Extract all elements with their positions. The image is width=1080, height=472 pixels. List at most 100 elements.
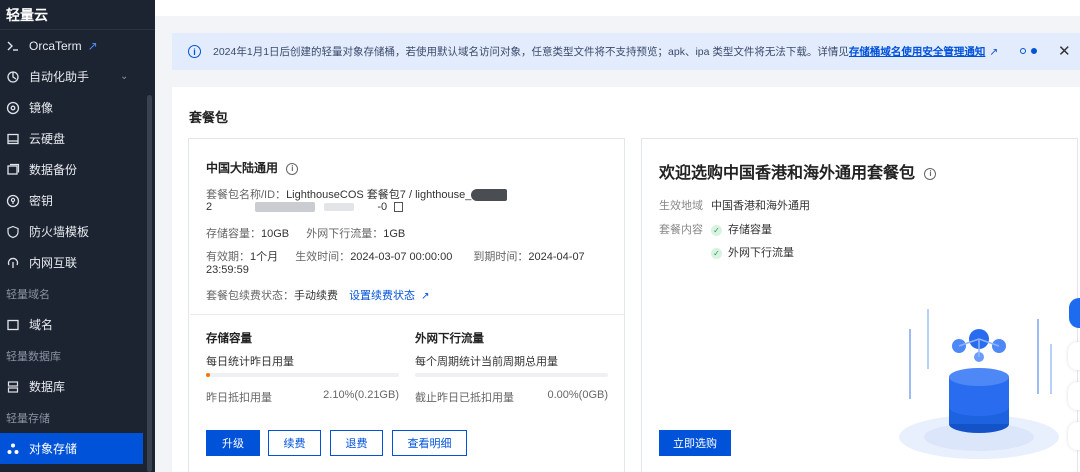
notice-bar: i 2024年1月1日后创建的轻量对象存储桶，若使用默认域名访问对象，任意类型文… (172, 33, 1080, 70)
refund-button[interactable]: 退费 (330, 430, 383, 456)
content-row: 套餐内容 ✓ 存储容量 (659, 221, 959, 237)
sidebar-item-label: 域名 (29, 318, 54, 332)
content-item-label: 存储容量 (728, 224, 772, 236)
pager-dot[interactable] (1020, 48, 1026, 54)
storage-stat-label: 昨日抵扣用量 (206, 392, 272, 404)
start-time-value: 2024-03-07 00:00:00 (350, 251, 453, 263)
package-name-value: LighthouseCOS 套餐包7 / lighthouse_ (286, 189, 472, 201)
content-key: 套餐内容 (659, 224, 703, 236)
sidebar-scrollbar[interactable] (147, 95, 152, 472)
help-icon[interactable]: i (286, 162, 299, 175)
sidebar-item-key[interactable]: 密钥 (0, 185, 155, 216)
floating-tool-button[interactable] (1068, 342, 1080, 370)
notice-link[interactable]: 存储桶域名使用安全管理通知 (849, 44, 986, 59)
set-renew-link[interactable]: 设置续费状态 (349, 290, 415, 302)
card-title-text: 中国大陆通用 (206, 161, 279, 175)
redacted-block (324, 203, 355, 212)
sidebar-item-label: OrcaTerm (29, 38, 82, 53)
sidebar-item-label: 内网互联 (29, 256, 78, 270)
notice-pager (1020, 48, 1037, 54)
end-time-row: 23:59:59 (206, 264, 249, 276)
sidebar-item-automation[interactable]: 自动化助手 ⌄ (0, 61, 155, 92)
close-icon[interactable]: ✕ (1058, 42, 1071, 60)
external-link-icon: ↗ (87, 38, 98, 53)
help-icon[interactable]: i (924, 167, 937, 180)
sidebar-item-intranet[interactable]: 内网互联 (0, 247, 155, 278)
validity-row: 有效期：1个月 生效时间：2024-03-07 00:00:00 到期时间：20… (206, 248, 585, 264)
end-time-value: 2024-04-07 (528, 251, 585, 263)
view-detail-button[interactable]: 查看明细 (392, 430, 467, 456)
floating-help-button[interactable] (1069, 298, 1080, 328)
region-key: 生效地域 (659, 200, 703, 212)
region-row: 生效地域 中国香港和海外通用 (659, 197, 959, 213)
sidebar-item-database[interactable]: 数据库 (0, 371, 155, 402)
traffic-value: 1GB (383, 228, 406, 240)
check-icon: ✓ (711, 247, 722, 259)
sidebar-item-label: 数据备份 (29, 163, 78, 177)
external-link-icon: ↗ (421, 291, 430, 302)
chevron-down-icon: ⌄ (120, 71, 129, 82)
sidebar-item-label: 云硬盘 (29, 132, 66, 146)
renew-value: 手动续费 (294, 290, 338, 302)
package-panel: 套餐包 中国大陆通用 i 套餐包名称/ID：LighthouseCOS 套餐包7… (172, 87, 1080, 472)
end-time-key: 到期时间： (473, 251, 529, 263)
sidebar-item-disk[interactable]: 云硬盘 (0, 123, 155, 154)
package-name-row: 套餐包名称/ID：LighthouseCOS 套餐包7 / lighthouse… (206, 186, 508, 202)
check-icon: ✓ (711, 224, 722, 236)
pager-dot-active[interactable] (1031, 48, 1037, 54)
redacted-block (255, 202, 316, 213)
upgrade-button[interactable]: 升级 (206, 430, 260, 456)
traffic-stat-value: 0.00%(0GB) (547, 389, 608, 401)
sidebar-item-orcaterm[interactable]: OrcaTerm ↗ (0, 30, 155, 61)
storage-stat-value: 2.10%(0.21GB) (323, 389, 399, 401)
validity-key: 有效期： (206, 251, 250, 263)
sidebar-item-backup[interactable]: 数据备份 (0, 154, 155, 185)
package-id-prefix: 2 (206, 201, 213, 213)
page-header-strip (155, 0, 1080, 16)
backup-icon (6, 163, 20, 177)
redacted-block (471, 189, 508, 202)
database-icon (6, 380, 20, 394)
disk-icon (6, 132, 20, 146)
sidebar: 轻量云 OrcaTerm ↗ 自动化助手 ⌄ 镜像 云硬盘 数据备份 密钥 防火… (0, 0, 155, 472)
traffic-usage-bar (415, 373, 608, 377)
validity-value: 1个月 (250, 251, 279, 263)
sidebar-item-domain[interactable]: 域名 (0, 309, 155, 340)
notice-text: 2024年1月1日后创建的轻量对象存储桶，若使用默认域名访问对象，任意类型文件将… (213, 46, 849, 58)
content-item: ✓ 外网下行流量 (711, 244, 911, 260)
buy-now-button[interactable]: 立即选购 (659, 430, 731, 456)
card-title: 欢迎选购中国香港和海外通用套餐包 i (659, 159, 937, 183)
end-time-clock: 23:59:59 (206, 264, 249, 276)
network-icon (6, 256, 20, 270)
floating-tool-button[interactable] (1068, 382, 1080, 410)
sidebar-item-label: 对象存储 (29, 442, 78, 456)
floating-tool-button[interactable] (1068, 422, 1080, 450)
traffic-usage-desc: 每个周期统计当前周期总用量 (415, 356, 558, 368)
traffic-usage-title: 外网下行流量 (415, 333, 484, 345)
card-title-text: 欢迎选购中国香港和海外通用套餐包 (659, 165, 916, 182)
info-icon: i (188, 45, 201, 58)
copy-icon[interactable] (394, 202, 404, 213)
storage-illustration (899, 309, 1059, 459)
shield-icon (6, 225, 20, 239)
package-id-suffix: -0 (377, 201, 388, 213)
capacity-key: 存储容量： (206, 228, 261, 240)
card-title: 中国大陆通用 i (206, 159, 299, 176)
sidebar-item-label: 防火墙模板 (29, 225, 90, 239)
automation-icon (6, 70, 20, 84)
traffic-key: 外网下行流量： (306, 228, 384, 240)
sidebar-item-image[interactable]: 镜像 (0, 92, 155, 123)
capacity-row: 存储容量：10GB 外网下行流量：1GB (206, 225, 405, 241)
nav-group-domain: 轻量域名 (6, 288, 50, 301)
key-icon (6, 194, 20, 208)
sidebar-item-firewall[interactable]: 防火墙模板 (0, 216, 155, 247)
storage-usage-fill (206, 373, 211, 377)
divider (190, 314, 624, 315)
renew-row: 套餐包续费状态：手动续费 设置续费状态 ↗ (206, 287, 430, 303)
content-item: ✓ 存储容量 (711, 224, 772, 236)
nav-group-storage: 轻量存储 (6, 412, 50, 425)
sidebar-item-object-storage[interactable]: 对象存储 (0, 433, 143, 464)
panel-title: 套餐包 (189, 110, 229, 125)
capacity-value: 10GB (261, 228, 290, 240)
renew-button[interactable]: 续费 (268, 430, 321, 456)
